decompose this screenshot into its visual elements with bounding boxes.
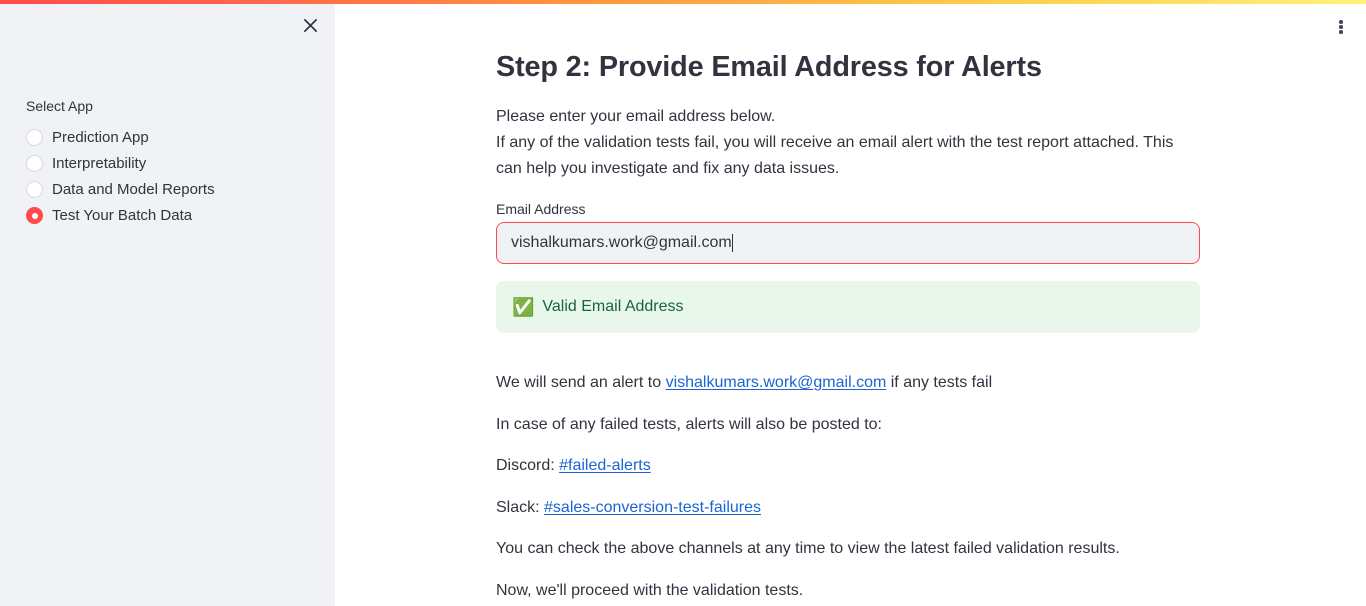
channels-intro-paragraph: In case of any failed tests, alerts will… (496, 416, 882, 433)
validation-success-banner: ✅ Valid Email Address (496, 281, 1200, 333)
select-app-group-label: Select App (26, 98, 93, 114)
alert-destination-paragraph: We will send an alert to vishalkumars.wo… (496, 370, 1256, 396)
slack-paragraph: Slack: #sales-conversion-test-failures (496, 495, 1256, 521)
slack-prefix: Slack: (496, 499, 545, 516)
email-input[interactable]: vishalkumars.work@gmail.com (496, 222, 1200, 264)
more-vertical-icon (1339, 19, 1343, 36)
channels-note-paragraph: You can check the above channels at any … (496, 540, 1120, 557)
email-field-label: Email Address (496, 201, 586, 217)
sidebar: Select App Prediction App Interpretabili… (0, 0, 335, 606)
sidebar-radio-interpretability[interactable]: Interpretability (26, 151, 311, 176)
sidebar-radio-test-your-batch-data[interactable]: Test Your Batch Data (26, 203, 311, 228)
intro-line-2: If any of the validation tests fail, you… (496, 133, 1174, 177)
radio-label: Test Your Batch Data (52, 206, 193, 224)
alert-email-link[interactable]: vishalkumars.work@gmail.com (666, 374, 887, 391)
page-title: Step 2: Provide Email Address for Alerts (496, 51, 1042, 83)
radio-circle-icon (26, 181, 43, 198)
main-content: Step 2: Provide Email Address for Alerts… (335, 0, 1366, 606)
app-root: Select App Prediction App Interpretabili… (0, 0, 1366, 606)
radio-label: Prediction App (52, 128, 149, 146)
sidebar-radio-prediction-app[interactable]: Prediction App (26, 125, 311, 150)
gradient-decoration-bar (0, 0, 1366, 4)
radio-label: Interpretability (52, 154, 147, 172)
intro-line-1: Please enter your email address below. (496, 108, 776, 125)
discord-prefix: Discord: (496, 457, 560, 474)
alert-prefix: We will send an alert to (496, 374, 666, 391)
sidebar-content: Select App Prediction App Interpretabili… (0, 0, 335, 253)
intro-text: Please enter your email address below. I… (496, 104, 1202, 182)
radio-circle-icon (26, 129, 43, 146)
validation-success-message: Valid Email Address (542, 297, 684, 315)
text-caret (731, 234, 733, 252)
discord-paragraph: Discord: #failed-alerts (496, 453, 1256, 479)
slack-channel-link[interactable]: #sales-conversion-test-failures (544, 499, 761, 516)
email-input-value: vishalkumars.work@gmail.com (511, 234, 732, 251)
discord-channel-link[interactable]: #failed-alerts (559, 457, 651, 474)
sidebar-radio-data-and-model-reports[interactable]: Data and Model Reports (26, 177, 311, 202)
radio-label: Data and Model Reports (52, 180, 215, 198)
main-menu-button[interactable] (1326, 12, 1356, 42)
radio-circle-icon (26, 155, 43, 172)
alert-suffix: if any tests fail (886, 374, 993, 391)
proceed-note-paragraph: Now, we'll proceed with the validation t… (496, 582, 804, 599)
radio-circle-selected-icon (26, 207, 43, 224)
check-mark-icon: ✅ (512, 297, 535, 317)
